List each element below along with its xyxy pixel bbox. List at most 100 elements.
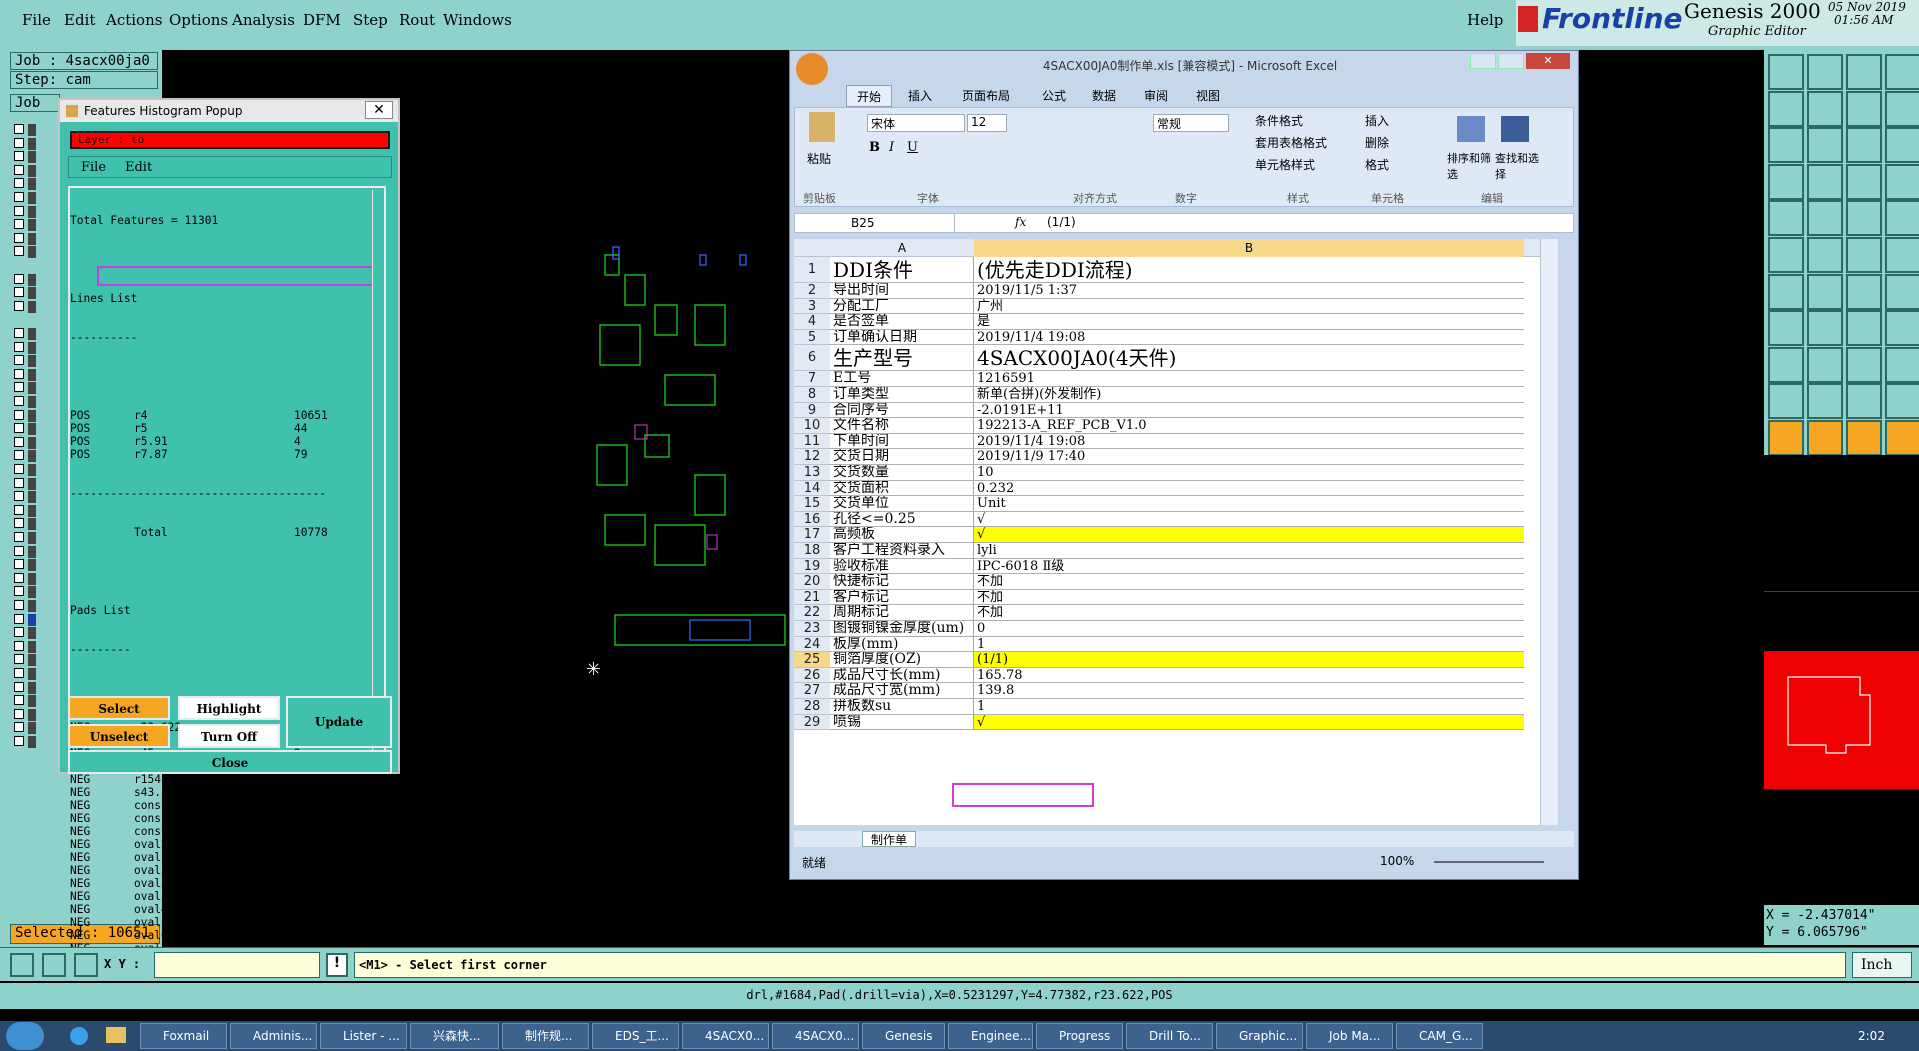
cell-a[interactable]: 客户标记 bbox=[830, 589, 974, 606]
layer-checkbox[interactable] bbox=[14, 627, 24, 638]
tool-button-icon[interactable] bbox=[1846, 127, 1882, 164]
layer-checkbox[interactable] bbox=[14, 708, 24, 719]
layer-checkbox[interactable] bbox=[14, 559, 24, 570]
unselect-button[interactable]: Unselect bbox=[68, 724, 170, 748]
cell-b[interactable]: 2019/11/4 19:08 bbox=[974, 434, 1524, 450]
explorer-icon[interactable] bbox=[106, 1027, 126, 1043]
histogram-row[interactable]: NEG s43.5 6 bbox=[70, 786, 370, 799]
cell-b[interactable]: 1 bbox=[974, 637, 1524, 653]
histogram-row[interactable]: NEG oval53.87x28.28 4 bbox=[70, 916, 370, 929]
tool-button-icon[interactable] bbox=[1885, 127, 1919, 164]
taskbar-item[interactable]: Lister - ... bbox=[320, 1023, 407, 1049]
layer-checkbox[interactable] bbox=[14, 273, 24, 284]
tool-button-icon[interactable] bbox=[1807, 163, 1843, 200]
close-icon[interactable]: ✕ bbox=[365, 101, 393, 119]
taskbar-item[interactable]: Foxmail bbox=[140, 1023, 227, 1049]
row-header[interactable]: 8 bbox=[794, 387, 830, 403]
row-header[interactable]: 27 bbox=[794, 683, 830, 699]
layer-checkbox[interactable] bbox=[14, 613, 24, 624]
tool-button-icon[interactable] bbox=[1807, 346, 1843, 383]
layer-checkbox[interactable] bbox=[14, 518, 24, 529]
cell-b[interactable]: √ bbox=[974, 714, 1524, 731]
layer-checkbox[interactable] bbox=[14, 287, 24, 298]
formula-input[interactable]: (1/1) bbox=[1047, 215, 1076, 229]
name-box[interactable]: B25 bbox=[795, 214, 955, 232]
taskbar-item[interactable]: Graphic... bbox=[1216, 1023, 1303, 1049]
row-header[interactable]: 14 bbox=[794, 480, 830, 497]
tool-button-icon[interactable] bbox=[1885, 237, 1919, 273]
close-button[interactable]: Close bbox=[68, 750, 392, 774]
font-name-select[interactable]: 宋体 bbox=[867, 114, 965, 132]
start-button-icon[interactable] bbox=[6, 1022, 44, 1050]
menu-rout[interactable]: Rout bbox=[399, 0, 435, 40]
layer-checkbox[interactable] bbox=[14, 396, 24, 406]
tool-button-icon[interactable] bbox=[1807, 54, 1843, 90]
tool-button-icon[interactable] bbox=[1768, 200, 1804, 237]
popup-menu-edit[interactable]: Edit bbox=[125, 160, 152, 175]
measure-tool-icon[interactable] bbox=[42, 953, 66, 977]
tool-button-icon[interactable] bbox=[1807, 237, 1843, 273]
cell-a[interactable]: 交货数量 bbox=[830, 465, 974, 481]
cell-b[interactable]: 2019/11/5 1:37 bbox=[974, 283, 1524, 299]
tool-button-icon[interactable] bbox=[1846, 200, 1882, 237]
tool-button-icon[interactable] bbox=[1846, 346, 1882, 383]
cell-b[interactable]: 1 bbox=[974, 699, 1524, 715]
font-size-select[interactable]: 12 bbox=[967, 114, 1007, 132]
cell-a[interactable]: 成品尺寸宽(mm) bbox=[830, 683, 974, 699]
popup-titlebar[interactable]: Features Histogram Popup ✕ bbox=[60, 100, 398, 122]
cell-a[interactable]: 孔径<=0.25 bbox=[830, 511, 974, 528]
row-header[interactable]: 7 bbox=[794, 371, 830, 387]
cell-a[interactable]: 验收标准 bbox=[830, 558, 974, 575]
zoom-slider[interactable] bbox=[1434, 861, 1544, 863]
cell-a[interactable]: 客户工程资料录入 bbox=[830, 543, 974, 559]
histogram-row[interactable]: POS r7.87 79 bbox=[70, 448, 370, 461]
menu-windows[interactable]: Windows bbox=[443, 0, 512, 40]
layer-checkbox[interactable] bbox=[14, 695, 24, 706]
tool-button-icon[interactable] bbox=[1846, 237, 1882, 273]
row-header[interactable]: 5 bbox=[794, 329, 830, 346]
layer-checkbox[interactable] bbox=[14, 137, 24, 148]
row-header[interactable]: 15 bbox=[794, 496, 830, 512]
cell-b[interactable]: 广州 bbox=[974, 299, 1524, 315]
cell-b[interactable]: 0.232 bbox=[974, 481, 1524, 497]
update-button[interactable]: Update bbox=[286, 696, 392, 748]
tool-button-icon[interactable] bbox=[1768, 127, 1804, 164]
tab-insert[interactable]: 插入 bbox=[908, 85, 932, 107]
row-header[interactable]: 28 bbox=[794, 699, 830, 715]
cell-a[interactable]: 拼板数su bbox=[830, 699, 974, 715]
tool-button-icon[interactable] bbox=[1846, 383, 1882, 420]
layer-checkbox[interactable] bbox=[14, 368, 24, 379]
row-header[interactable]: 18 bbox=[794, 543, 830, 559]
highlight-button[interactable]: Highlight bbox=[178, 696, 280, 720]
minimize-icon[interactable] bbox=[1470, 53, 1496, 69]
tool-button-icon[interactable] bbox=[1768, 163, 1804, 200]
row-header[interactable]: 10 bbox=[794, 418, 830, 434]
histogram-row[interactable]: NEG oval38.12x65.68 1 bbox=[70, 890, 370, 903]
layer-checkbox[interactable] bbox=[14, 382, 24, 393]
alert-icon[interactable]: ! bbox=[326, 953, 348, 977]
cell-a[interactable]: 快捷标记 bbox=[830, 574, 974, 590]
tool-button-icon[interactable] bbox=[1885, 420, 1919, 456]
cell-a[interactable]: 铜箔厚度(OZ) bbox=[830, 652, 974, 668]
cell-a[interactable]: 文件名称 bbox=[830, 418, 974, 434]
sheet-tab[interactable]: 制作单 bbox=[862, 831, 917, 847]
tool-button-icon[interactable] bbox=[1768, 90, 1804, 127]
cell-b[interactable]: 不加 bbox=[974, 574, 1524, 590]
row-header[interactable]: 3 bbox=[794, 298, 830, 315]
cell-a[interactable]: DDI条件 bbox=[830, 257, 974, 283]
cell-a[interactable]: 交货面积 bbox=[830, 480, 974, 497]
xy-input[interactable] bbox=[154, 952, 320, 978]
number-format-select[interactable]: 常规 bbox=[1153, 114, 1229, 132]
menu-dfm[interactable]: DFM bbox=[303, 0, 341, 40]
layer-checkbox[interactable] bbox=[14, 736, 24, 746]
cell-a[interactable]: 周期标记 bbox=[830, 605, 974, 621]
histogram-row[interactable]: NEG r154.75 1 bbox=[70, 773, 370, 786]
layer-checkbox[interactable] bbox=[14, 477, 24, 488]
row-header[interactable]: 22 bbox=[794, 605, 830, 621]
cell-b[interactable]: 2019/11/9 17:40 bbox=[974, 449, 1524, 465]
tool-button-icon[interactable] bbox=[1846, 310, 1882, 347]
menu-help[interactable]: Help bbox=[1467, 0, 1503, 40]
cell-a[interactable]: 喷锡 bbox=[830, 714, 974, 731]
find-select-icon[interactable] bbox=[1501, 116, 1529, 142]
histogram-row[interactable]: NEG oval69.62x44.42 3 bbox=[70, 929, 370, 942]
